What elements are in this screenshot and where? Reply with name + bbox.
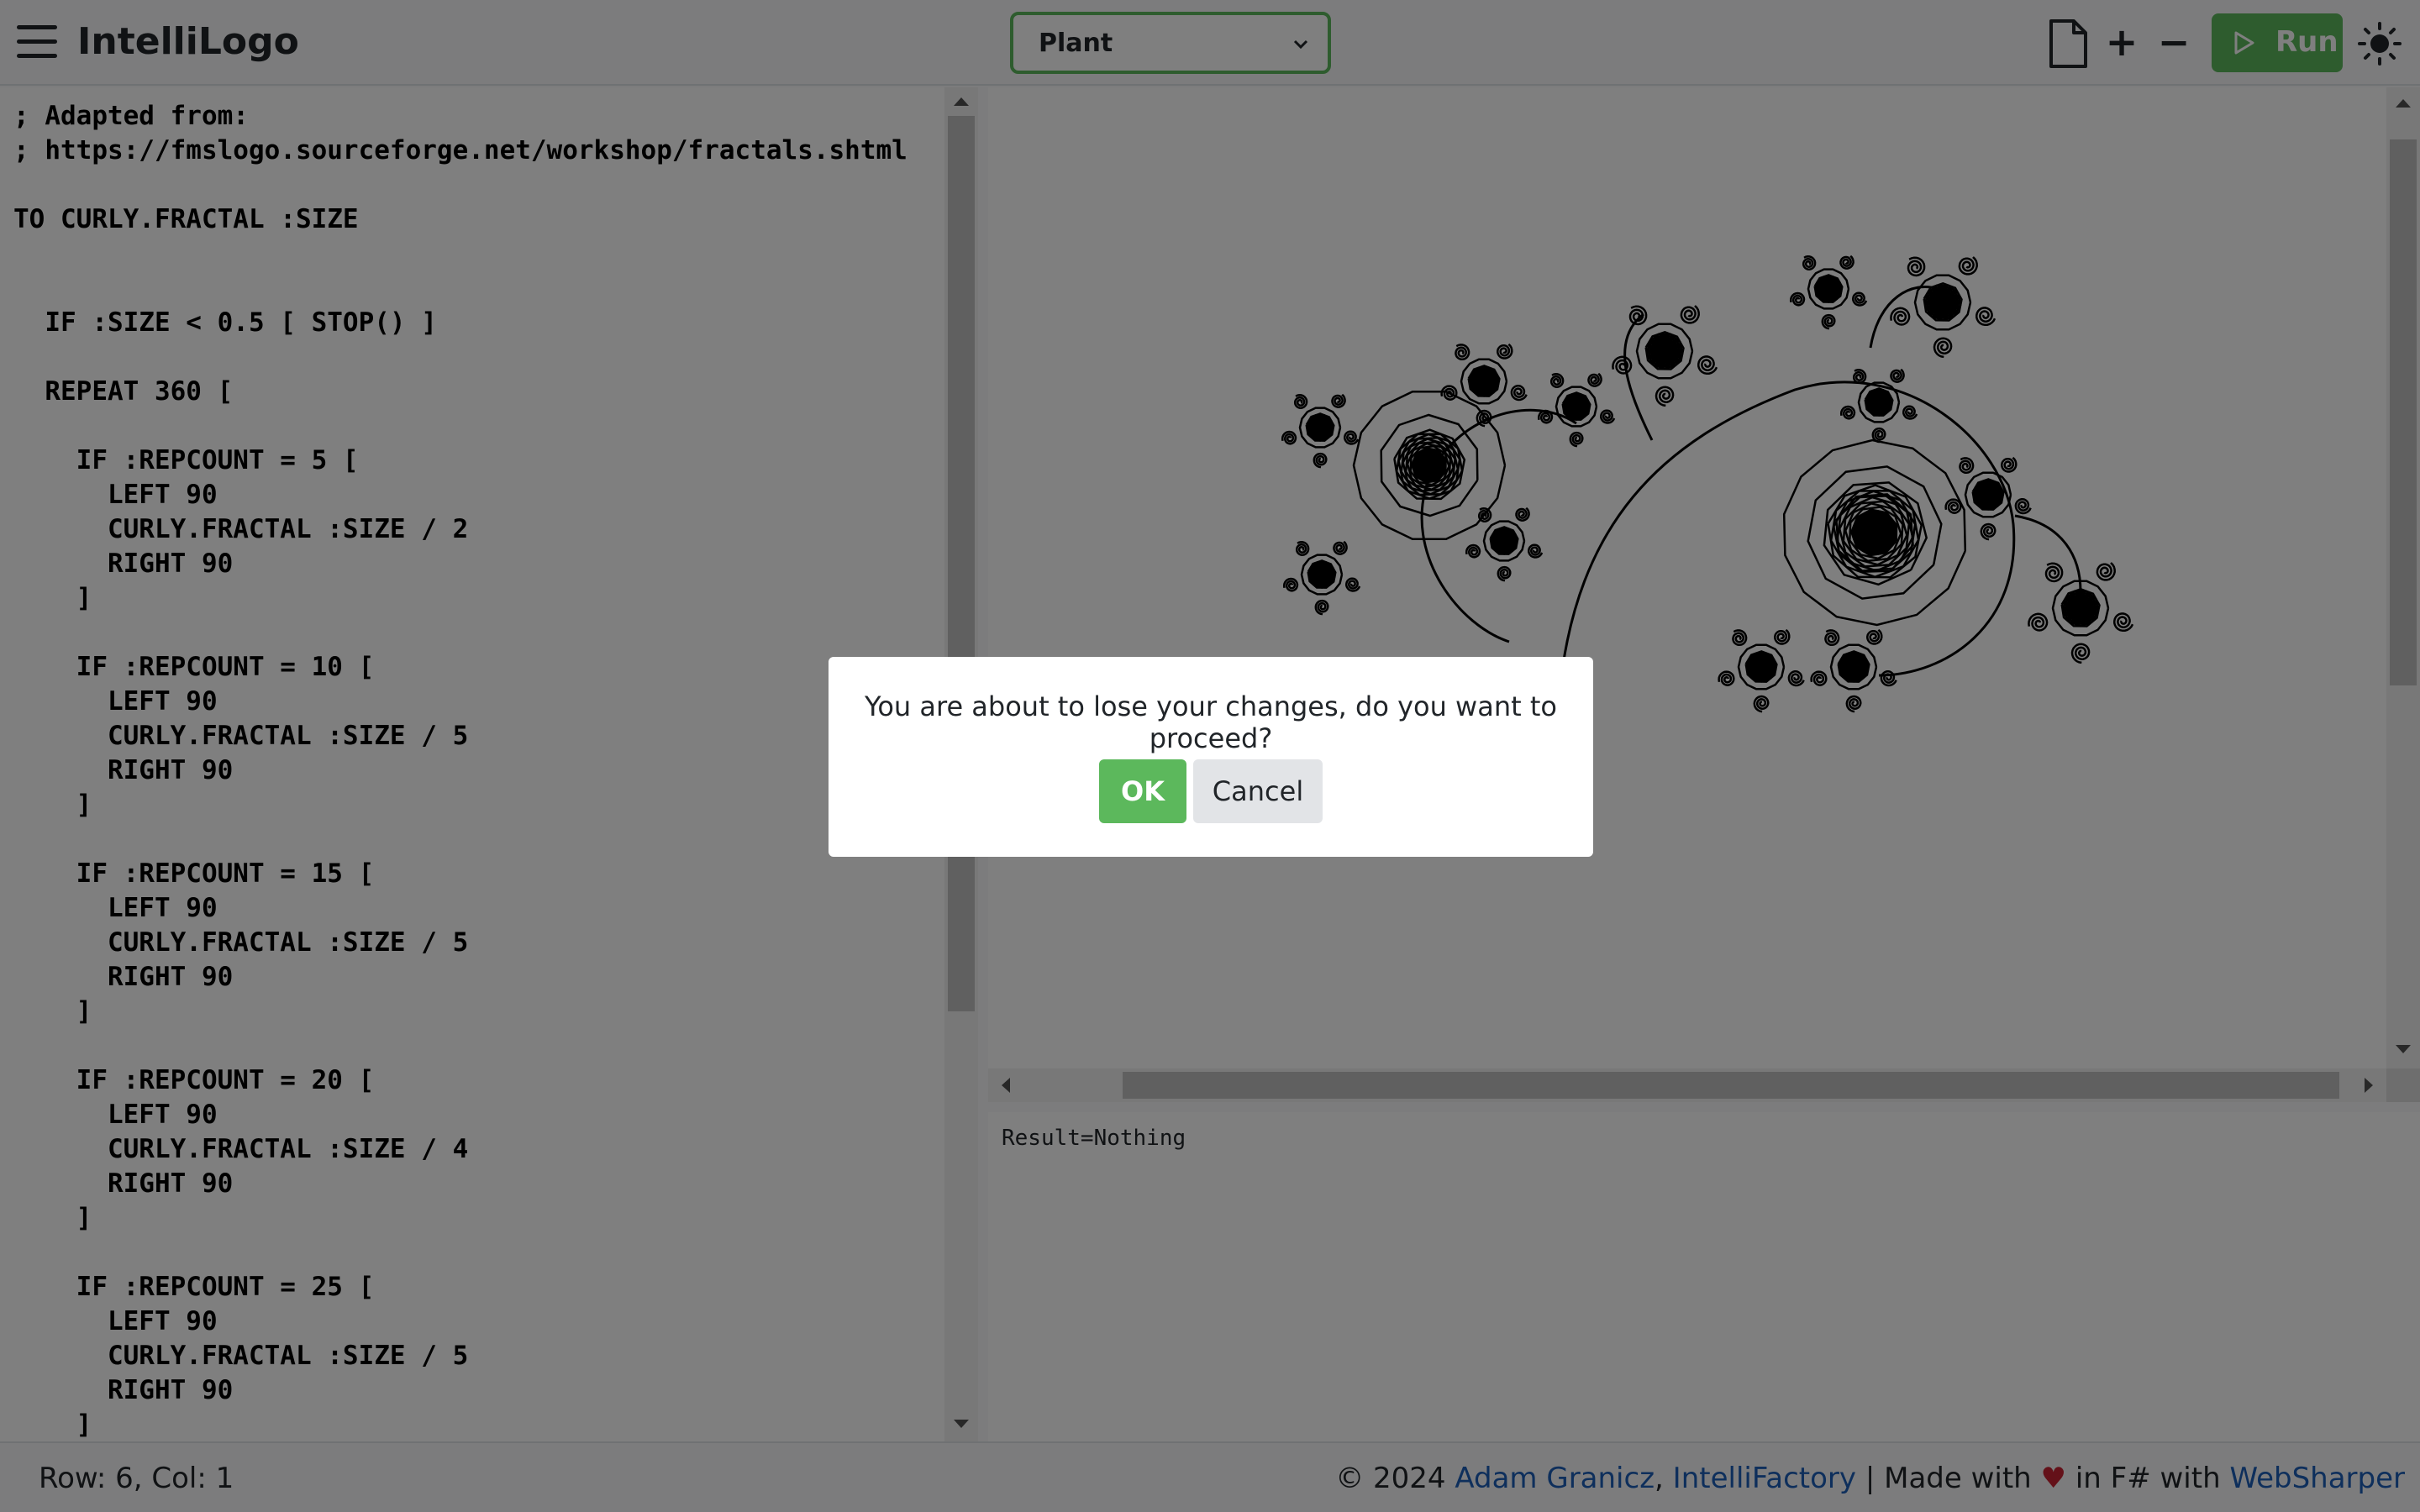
ok-button[interactable]: OK bbox=[1099, 759, 1186, 823]
confirm-dialog: You are about to lose your changes, do y… bbox=[829, 657, 1593, 857]
dialog-message: You are about to lose your changes, do y… bbox=[865, 690, 1557, 754]
cancel-button[interactable]: Cancel bbox=[1193, 759, 1323, 823]
